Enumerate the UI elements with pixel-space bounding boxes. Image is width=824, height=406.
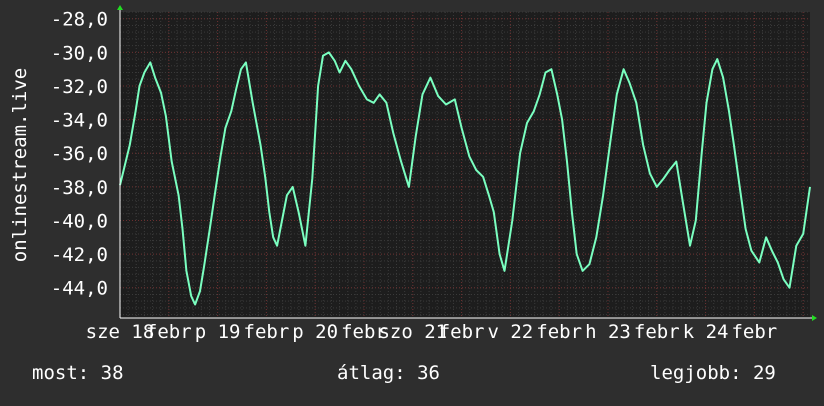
y-axis-label: onlinestream.live — [9, 67, 31, 263]
y-axis-label-box: onlinestream.live — [0, 0, 40, 330]
y-tick-label: -34,0 — [51, 110, 108, 132]
y-tick-label: -30,0 — [51, 42, 108, 64]
y-tick-label: -44,0 — [51, 278, 108, 300]
x-tick-label: febr — [439, 321, 485, 343]
x-tick-label: febr — [536, 321, 582, 343]
x-tick-label: p 19 — [195, 321, 241, 343]
stat-average: átlag: 36 — [337, 362, 440, 384]
x-tick-label: k 24 — [683, 321, 729, 343]
x-tick-label: h 23 — [585, 321, 631, 343]
chart-panel: -28,0 -30,0 -32,0 -34,0 -36,0 -38,0 -40,0 -42,0… — [0, 0, 824, 402]
y-tick-label: -40,0 — [51, 210, 108, 232]
stat-best: legjobb: 29 — [650, 362, 776, 384]
y-tick-label: -42,0 — [51, 244, 108, 266]
x-axis-arrow-icon — [812, 315, 817, 321]
plot-area — [120, 12, 810, 318]
y-axis-arrow-icon — [117, 5, 123, 10]
x-tick-label: febr — [634, 321, 680, 343]
x-tick-label: szo 21 — [378, 321, 447, 343]
x-tick-labels: sze 18febr p 19 febr p 20 febrszo 21febr v 22… — [86, 321, 778, 343]
x-tick-label: febr — [146, 321, 192, 343]
x-tick-label: sze 18 — [86, 321, 155, 343]
x-tick-label: febr — [731, 321, 777, 343]
y-tick-label: -28,0 — [51, 9, 108, 31]
y-tick-label: -38,0 — [51, 177, 108, 199]
x-tick-label: p 20 — [292, 321, 338, 343]
y-tick-labels: -28,0 -30,0 -32,0 -34,0 -36,0 -38,0 -40,0 -42,0… — [51, 9, 108, 300]
y-tick-label: -32,0 — [51, 76, 108, 98]
x-tick-label: v 22 — [487, 321, 533, 343]
x-tick-label: febr — [244, 321, 290, 343]
y-tick-label: -36,0 — [51, 143, 108, 165]
stat-current: most: 38 — [32, 362, 124, 384]
line-chart: -28,0 -30,0 -32,0 -34,0 -36,0 -38,0 -40,0 -42,0… — [51, 5, 817, 343]
stats-footer: most: 38 átlag: 36 legjobb: 29 — [0, 362, 824, 388]
